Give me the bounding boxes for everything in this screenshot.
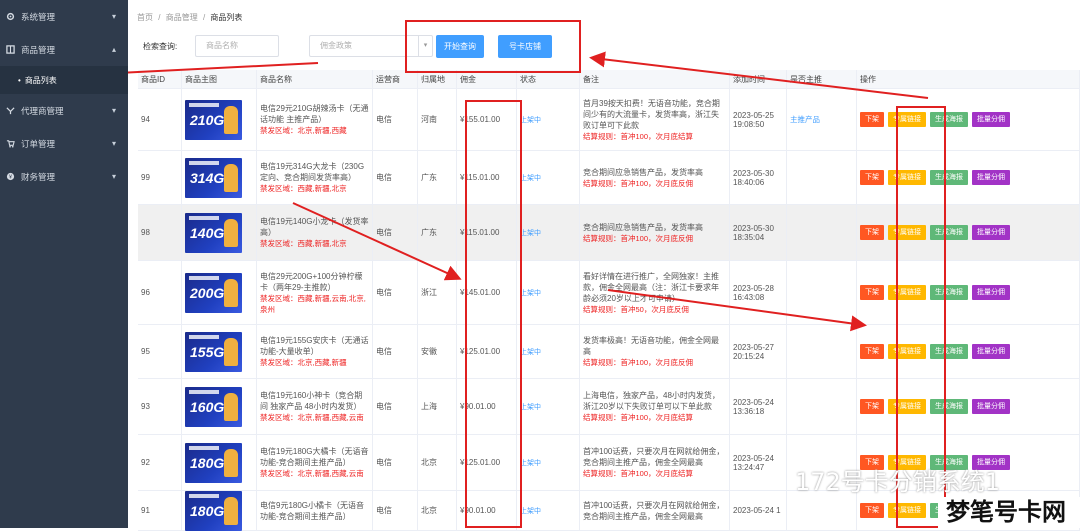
chevron-down-icon: ▾ — [111, 172, 116, 181]
chevron-down-icon: ▾ — [111, 106, 116, 115]
chevron-down-icon: ▾ — [111, 12, 116, 21]
chevron-up-icon: ▴ — [111, 45, 116, 54]
sidebar-item-system[interactable]: 系统管理 ▾ — [0, 0, 128, 33]
gear-icon — [6, 12, 15, 21]
main-content: 首页 / 商品管理 / 商品列表 检索查询: 商品名称 佣金政策 ▾ 开始查询 … — [128, 0, 1080, 531]
sidebar-item-agent[interactable]: 代理商管理 ▾ — [0, 94, 128, 127]
watermark: 172号卡分销系统1 — [795, 468, 1001, 496]
sidebar-subitem-goods-list[interactable]: • 商品列表 — [0, 66, 128, 94]
arrow-to-buttons — [589, 51, 929, 99]
arrow-to-sidebar — [128, 62, 319, 74]
brand-label: 梦笔号卡网 — [938, 497, 1080, 528]
sidebar-item-label: 系统管理 — [21, 11, 56, 22]
sidebar-subitem-label: 商品列表 — [24, 75, 57, 85]
svg-text:¥: ¥ — [9, 175, 12, 181]
bullet-icon: • — [18, 75, 21, 85]
sidebar-item-label: 商品管理 — [21, 44, 56, 55]
annotation-arrows — [128, 51, 929, 332]
sidebar-item-label: 财务管理 — [21, 171, 56, 182]
sidebar-item-label: 订单管理 — [21, 138, 56, 149]
arrow-to-commission — [292, 202, 462, 281]
sidebar: 系统管理 ▾ 商品管理 ▴ • 商品列表 代理商管理 ▾ 订单管理 ▾ ¥ 财务… — [0, 0, 128, 528]
sidebar-item-orders[interactable]: 订单管理 ▾ — [0, 127, 128, 160]
sidebar-item-label: 代理商管理 — [21, 105, 64, 116]
arrow-to-actions — [607, 289, 867, 332]
sidebar-item-finance[interactable]: ¥ 财务管理 ▾ — [0, 160, 128, 193]
wallet-icon: ¥ — [6, 172, 15, 181]
cart-icon — [6, 139, 15, 148]
grid-icon — [6, 45, 15, 54]
share-icon — [6, 106, 15, 115]
sidebar-item-goods[interactable]: 商品管理 ▴ — [0, 33, 128, 66]
chevron-down-icon: ▾ — [111, 139, 116, 148]
